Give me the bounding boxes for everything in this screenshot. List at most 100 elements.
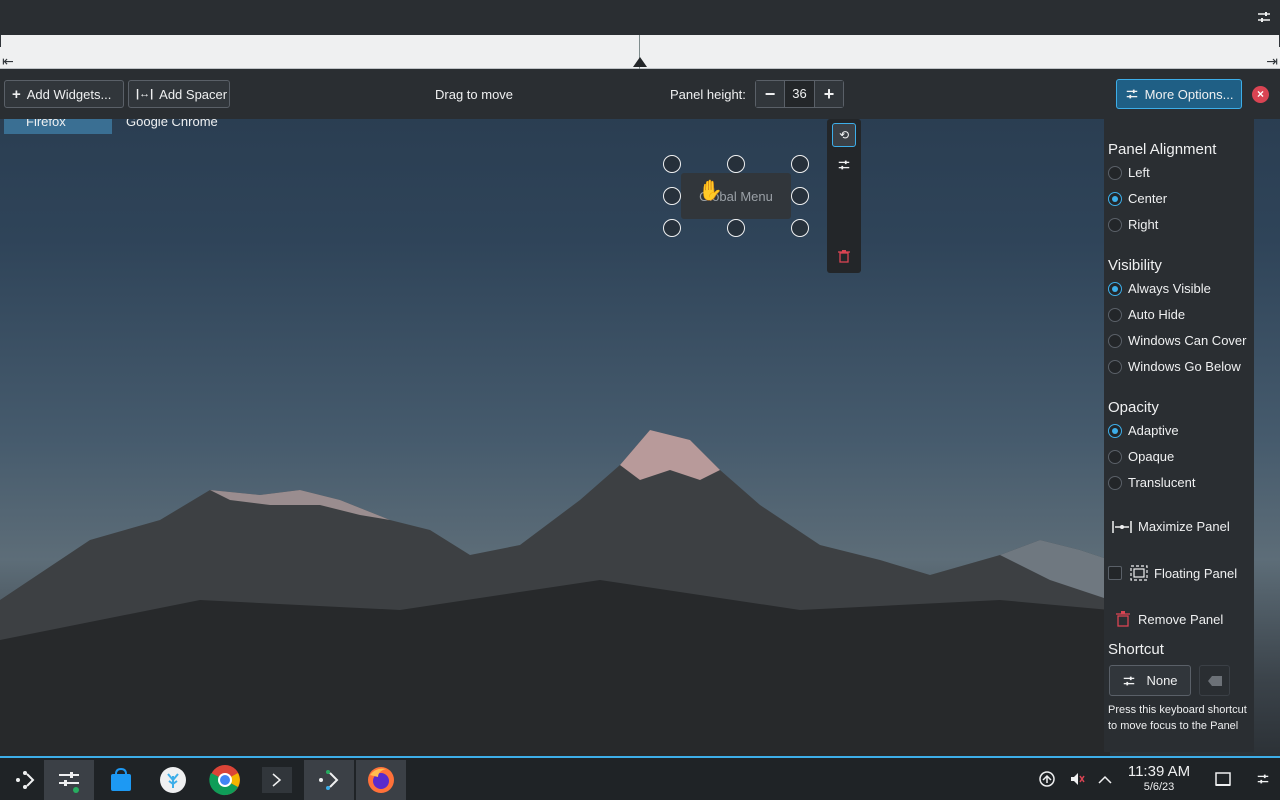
- radio-button[interactable]: [1108, 217, 1122, 232]
- task-firefox[interactable]: [356, 760, 406, 800]
- radio-button[interactable]: [1108, 333, 1122, 348]
- digital-clock[interactable]: 11:39 AM 5/6/23: [1122, 764, 1196, 794]
- pin-icon: ⟲: [838, 128, 850, 142]
- radio-button[interactable]: [1108, 475, 1122, 490]
- shortcut-hint: Press this keyboard shortcut to move foc…: [1108, 704, 1247, 732]
- backspace-icon: [1207, 675, 1222, 686]
- kde-app-icon: [160, 767, 186, 793]
- radio-button[interactable]: [1108, 449, 1122, 464]
- task-system-settings[interactable]: [44, 760, 94, 800]
- volume-muted-icon[interactable]: [1068, 770, 1086, 788]
- option-label: Adaptive: [1128, 423, 1179, 438]
- floating-panel-toggle[interactable]: Floating Panel: [1108, 565, 1237, 581]
- option-label: Opaque: [1128, 449, 1175, 464]
- shortcut-button[interactable]: None: [1109, 665, 1191, 696]
- offset-marker-icon[interactable]: [633, 57, 647, 67]
- widget-rotate-button[interactable]: ⟲: [832, 123, 856, 147]
- radio-button[interactable]: [1108, 423, 1122, 438]
- application-launcher-button[interactable]: [0, 760, 50, 800]
- panel-ruler[interactable]: ⇤ ⇥: [0, 35, 1280, 69]
- settings-sliders-icon[interactable]: [1256, 9, 1272, 25]
- panel-settings-icon[interactable]: [1254, 770, 1272, 788]
- drag-to-move-label[interactable]: Drag to move: [435, 87, 513, 102]
- right-offset-arrow-icon[interactable]: ⇥: [1266, 53, 1278, 70]
- option-label: Windows Can Cover: [1128, 333, 1247, 348]
- widget-remove-button[interactable]: [832, 244, 856, 268]
- opacity-option-adaptive[interactable]: Adaptive: [1108, 423, 1179, 438]
- resize-handle-left[interactable]: [663, 187, 681, 205]
- task-kde-connect[interactable]: [304, 760, 354, 800]
- more-options-button[interactable]: More Options...: [1116, 79, 1242, 109]
- panel-height-stepper[interactable]: − 36 +: [755, 80, 844, 108]
- decrease-height-button[interactable]: −: [756, 81, 784, 107]
- task-google-chrome[interactable]: [200, 760, 250, 800]
- alignment-option-left[interactable]: Left: [1108, 165, 1150, 180]
- add-widgets-button[interactable]: + Add Widgets...: [4, 80, 124, 108]
- drag-hand-icon: ✋: [698, 180, 723, 202]
- visibility-option-windows-go-below[interactable]: Windows Go Below: [1108, 359, 1241, 374]
- visibility-option-windows-can-cover[interactable]: Windows Can Cover: [1108, 333, 1247, 348]
- resize-handle-top-left[interactable]: [663, 155, 681, 173]
- alignment-heading: Panel Alignment: [1108, 141, 1217, 158]
- alignment-option-center[interactable]: Center: [1108, 191, 1167, 206]
- radio-button[interactable]: [1108, 165, 1122, 180]
- opacity-option-translucent[interactable]: Translucent: [1108, 475, 1195, 490]
- option-label: Right: [1128, 217, 1159, 232]
- task-terminal[interactable]: [252, 760, 302, 800]
- spacer-icon: |↔|: [136, 87, 154, 100]
- settings-sliders-icon: [1124, 676, 1135, 685]
- visibility-heading: Visibility: [1108, 257, 1162, 274]
- resize-handle-right[interactable]: [791, 187, 809, 205]
- opacity-option-opaque[interactable]: Opaque: [1108, 449, 1174, 464]
- option-label: Always Visible: [1128, 281, 1211, 296]
- resize-handle-bottom-left[interactable]: [663, 219, 681, 237]
- radio-button[interactable]: [1108, 359, 1122, 374]
- add-spacer-label: Add Spacer: [159, 86, 228, 102]
- resize-handle-top[interactable]: [727, 155, 745, 173]
- kde-connect-icon: [319, 770, 339, 790]
- shortcut-value: None: [1146, 673, 1178, 688]
- panel-edit-toolbar: + Add Widgets... |↔| Add Spacer Drag to …: [0, 69, 1280, 119]
- visibility-option-always-visible[interactable]: Always Visible: [1108, 281, 1211, 296]
- application-launcher-icon: [16, 771, 35, 789]
- tray-expander-chevron-up-icon[interactable]: [1096, 770, 1114, 788]
- remove-panel-button[interactable]: Remove Panel: [1116, 611, 1223, 627]
- option-label: Auto Hide: [1128, 307, 1186, 322]
- resize-handle-top-right[interactable]: [791, 155, 809, 173]
- task-discover[interactable]: [96, 760, 146, 800]
- system-settings-icon: [59, 772, 79, 793]
- resize-handle-bottom-right[interactable]: [791, 219, 809, 237]
- visibility-option-auto-hide[interactable]: Auto Hide: [1108, 307, 1185, 322]
- remove-panel-label: Remove Panel: [1138, 611, 1224, 627]
- settings-sliders-icon: [838, 160, 850, 170]
- floating-panel-icon: [1130, 565, 1148, 581]
- radio-button[interactable]: [1108, 281, 1122, 296]
- show-desktop-icon[interactable]: [1214, 770, 1232, 788]
- widget-configure-button[interactable]: [832, 153, 856, 177]
- clear-shortcut-button[interactable]: [1199, 665, 1230, 696]
- close-edit-mode-icon[interactable]: ×: [1252, 86, 1269, 103]
- add-spacer-button[interactable]: |↔| Add Spacer: [128, 80, 230, 108]
- more-options-label: More Options...: [1144, 86, 1234, 102]
- firefox-icon: [368, 767, 394, 793]
- trash-icon: [1116, 611, 1130, 627]
- option-label: Translucent: [1128, 475, 1196, 490]
- resize-handle-bottom[interactable]: [727, 219, 745, 237]
- radio-button[interactable]: [1108, 307, 1122, 322]
- panel-height-value[interactable]: 36: [784, 81, 815, 107]
- task-kde-app[interactable]: [148, 760, 198, 800]
- settings-sliders-icon: [1126, 89, 1137, 99]
- radio-button[interactable]: [1108, 191, 1122, 206]
- floating-panel-checkbox[interactable]: [1108, 566, 1122, 580]
- increase-height-button[interactable]: +: [815, 81, 843, 107]
- ruler-left-tick: [0, 35, 1, 47]
- more-options-panel: Panel Alignment Left Center Right Visibi…: [1104, 119, 1254, 752]
- maximize-panel-button[interactable]: Maximize Panel: [1112, 519, 1230, 534]
- left-offset-arrow-icon[interactable]: ⇤: [2, 53, 14, 70]
- google-chrome-icon: [209, 765, 240, 796]
- add-widgets-label: Add Widgets...: [26, 86, 112, 102]
- maximize-width-icon: [1112, 520, 1132, 533]
- floating-panel-label: Floating Panel: [1154, 565, 1238, 581]
- update-notification-icon[interactable]: [1038, 770, 1056, 788]
- alignment-option-right[interactable]: Right: [1108, 217, 1158, 232]
